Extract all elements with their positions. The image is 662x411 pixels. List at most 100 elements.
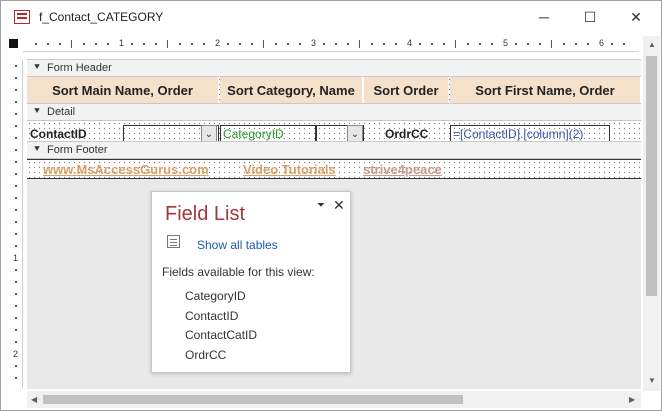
ruler-mark: [35, 43, 37, 45]
ruler-mark: [395, 43, 397, 45]
ruler-mark: [15, 185, 17, 187]
ruler-mark: [299, 43, 301, 45]
form-header-section[interactable]: Sort Main Name, Order Sort Category, Nam…: [27, 77, 641, 103]
ruler-mark: [227, 43, 229, 45]
ruler-mark: [539, 43, 541, 45]
ruler-mark: [15, 305, 17, 307]
ruler-mark: [359, 40, 360, 48]
ruler-mark: [15, 317, 17, 319]
header-label-sort-first-name[interactable]: Sort First Name, Order: [450, 77, 641, 103]
ruler-mark: [15, 161, 17, 163]
ruler-mark: [15, 197, 17, 199]
header-label-sort-main-name[interactable]: Sort Main Name, Order: [27, 77, 219, 103]
field-item-categoryid[interactable]: CategoryID: [185, 289, 246, 303]
ruler-mark: [563, 43, 565, 45]
horizontal-scrollbar[interactable]: ◀ ▶: [27, 391, 641, 408]
ruler-mark: [419, 43, 421, 45]
scroll-left-icon[interactable]: ◀: [31, 395, 37, 404]
ruler-mark: [95, 43, 97, 45]
ruler-mark: [15, 233, 17, 235]
ruler-mark: [15, 377, 17, 379]
field-list-pane: Field List ⏷ ✕ Show all tables Fields av…: [151, 191, 351, 373]
website-link[interactable]: www.MsAccessGurus.com: [43, 162, 219, 180]
ruler-mark: [15, 293, 17, 295]
show-all-tables-link[interactable]: Show all tables: [197, 238, 278, 252]
video-tutorials-link[interactable]: Video Tutorials: [243, 162, 359, 180]
ruler-mark: [623, 43, 625, 45]
ruler-number: 1: [119, 38, 125, 48]
vertical-ruler[interactable]: 1 2: [9, 59, 23, 389]
fields-available-label: Fields available for this view:: [162, 265, 315, 279]
section-label: Form Footer: [47, 144, 108, 156]
section-bar-detail[interactable]: ⯆ Detail: [27, 103, 641, 121]
ruler-number: 4: [407, 38, 413, 48]
ruler-mark: [371, 43, 373, 45]
title-bar: f_Contact_CATEGORY ─ ☐ ✕: [1, 1, 661, 33]
scroll-down-icon[interactable]: ▼: [648, 376, 656, 385]
ruler-mark: [15, 137, 17, 139]
ruler-mark: [527, 43, 529, 45]
ruler-mark: [15, 65, 17, 67]
ruler-mark: [575, 43, 577, 45]
pane-options-icon[interactable]: ⏷: [317, 200, 325, 211]
ruler-mark: [15, 209, 17, 211]
strive4peace-link[interactable]: strive4peace: [363, 162, 459, 180]
horizontal-ruler[interactable]: 1 2 3 4 5 6: [23, 36, 639, 52]
scroll-thumb[interactable]: [43, 395, 463, 404]
maximize-button[interactable]: ☐: [567, 1, 613, 33]
ruler-mark: [431, 43, 433, 45]
close-pane-icon[interactable]: ✕: [333, 197, 345, 214]
close-button[interactable]: ✕: [613, 1, 659, 33]
field-item-ordrcc[interactable]: OrdrCC: [185, 348, 226, 362]
tables-icon[interactable]: [167, 235, 180, 248]
ruler-number: 5: [503, 38, 509, 48]
ruler-mark: [15, 245, 17, 247]
form-footer-section[interactable]: www.MsAccessGurus.com Video Tutorials st…: [27, 159, 641, 179]
ruler-mark: [251, 43, 253, 45]
section-bar-form-header[interactable]: ⯆ Form Header: [27, 59, 641, 77]
field-item-contactcatid[interactable]: ContactCatID: [185, 328, 257, 342]
ruler-mark: [467, 43, 469, 45]
ruler-mark: [155, 43, 157, 45]
ruler-mark: [167, 40, 168, 48]
ruler-mark: [71, 40, 72, 48]
ruler-mark: [47, 43, 49, 45]
ruler-mark: [203, 43, 205, 45]
ruler-mark: [275, 43, 277, 45]
scroll-thumb[interactable]: [646, 56, 657, 296]
ruler-mark: [15, 365, 17, 367]
section-label: Detail: [47, 106, 76, 118]
field-list-title: Field List: [165, 203, 246, 225]
ruler-mark: [83, 43, 85, 45]
header-label-sort-category[interactable]: Sort Category, Name: [220, 77, 363, 103]
ruler-mark: [15, 125, 17, 127]
ruler-number: 3: [311, 38, 317, 48]
section-bar-form-footer[interactable]: ⯆ Form Footer: [27, 141, 641, 159]
ruler-mark: [179, 43, 181, 45]
ruler-mark: [551, 40, 552, 48]
scroll-right-icon[interactable]: ▶: [629, 395, 635, 404]
ruler-mark: [15, 341, 17, 343]
form-selector[interactable]: [9, 39, 18, 48]
ruler-number: 1: [13, 253, 19, 263]
ruler-mark: [131, 43, 133, 45]
vertical-scrollbar[interactable]: ▲ ▼: [643, 36, 660, 391]
ruler-mark: [323, 43, 325, 45]
ruler-mark: [15, 113, 17, 115]
ruler-mark: [15, 77, 17, 79]
ruler-mark: [191, 43, 193, 45]
ruler-mark: [587, 43, 589, 45]
ruler-mark: [15, 149, 17, 151]
ruler-mark: [15, 89, 17, 91]
header-label-sort-order[interactable]: Sort Order: [364, 77, 449, 103]
collapse-arrow-icon: ⯆: [33, 144, 41, 155]
ruler-mark: [455, 40, 456, 48]
ruler-mark: [335, 43, 337, 45]
ruler-number: 2: [13, 349, 19, 359]
field-item-contactid[interactable]: ContactID: [185, 309, 238, 323]
scroll-up-icon[interactable]: ▲: [648, 40, 656, 49]
ruler-mark: [479, 43, 481, 45]
window-title: f_Contact_CATEGORY: [39, 10, 164, 24]
collapse-arrow-icon: ⯆: [33, 62, 41, 73]
minimize-button[interactable]: ─: [521, 1, 567, 33]
